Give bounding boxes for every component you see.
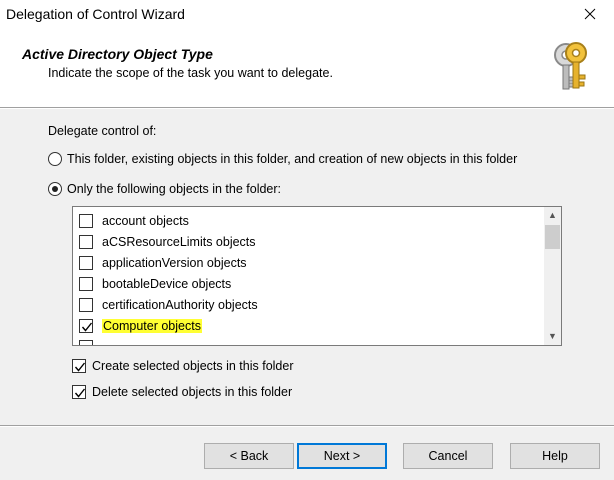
close-button[interactable] (580, 4, 600, 24)
checkmark-icon (74, 362, 86, 372)
list-item[interactable]: account objects (79, 212, 539, 232)
delete-objects-label[interactable]: Delete selected objects in this folder (92, 385, 292, 399)
scroll-thumb[interactable] (545, 225, 560, 249)
object-type-list[interactable]: account objects aCSResourceLimits object… (72, 206, 562, 346)
list-item-label: applicationVersion objects (102, 256, 247, 270)
list-item-computer[interactable]: Computer objects (79, 317, 539, 337)
window-title: Delegation of Control Wizard (6, 6, 185, 22)
delete-objects-checkbox[interactable] (72, 385, 86, 399)
page-title: Active Directory Object Type (22, 46, 213, 62)
list-item-partial[interactable] (79, 338, 539, 345)
radio-following-objects-label[interactable]: Only the following objects in the folder… (67, 182, 281, 196)
list-item-label-highlighted: Computer objects (102, 319, 202, 333)
list-item-label: bootableDevice objects (102, 277, 232, 291)
list-item-checkbox[interactable] (79, 235, 93, 249)
list-item-checkbox[interactable] (79, 256, 93, 270)
wizard-body: Delegate control of: This folder, existi… (0, 109, 614, 425)
close-icon (584, 8, 596, 20)
radio-following-objects[interactable] (48, 182, 62, 196)
create-objects-checkbox[interactable] (72, 359, 86, 373)
page-subtitle: Indicate the scope of the task you want … (48, 66, 333, 80)
wizard-header: Active Directory Object Type Indicate th… (0, 29, 614, 107)
back-button[interactable]: < Back (204, 443, 294, 469)
help-button[interactable]: Help (510, 443, 600, 469)
scroll-down-icon[interactable]: ▼ (544, 328, 561, 345)
list-item-checkbox-checked[interactable] (79, 319, 93, 333)
title-bar: Delegation of Control Wizard (0, 0, 614, 29)
keys-icon (554, 42, 587, 90)
list-item-checkbox[interactable] (79, 214, 93, 228)
create-objects-label[interactable]: Create selected objects in this folder (92, 359, 294, 373)
list-item[interactable]: certificationAuthority objects (79, 296, 539, 316)
list-item-label: account objects (102, 214, 189, 228)
list-item-checkbox[interactable] (79, 340, 93, 345)
list-scrollbar[interactable]: ▲ ▼ (544, 207, 561, 345)
radio-all-objects[interactable] (48, 152, 62, 166)
list-item-checkbox[interactable] (79, 277, 93, 291)
wizard-footer: < Back Next > Cancel Help (0, 427, 614, 480)
list-item-label: aCSResourceLimits objects (102, 235, 256, 249)
list-item-checkbox[interactable] (79, 298, 93, 312)
list-item[interactable]: aCSResourceLimits objects (79, 233, 539, 253)
next-button[interactable]: Next > (297, 443, 387, 469)
scroll-up-icon[interactable]: ▲ (544, 207, 561, 224)
cancel-button[interactable]: Cancel (403, 443, 493, 469)
list-item[interactable]: applicationVersion objects (79, 254, 539, 274)
delegate-label: Delegate control of: (48, 124, 157, 138)
list-item-label: certificationAuthority objects (102, 298, 258, 312)
checkmark-icon (81, 322, 93, 332)
radio-all-objects-label[interactable]: This folder, existing objects in this fo… (67, 152, 517, 166)
list-item[interactable]: bootableDevice objects (79, 275, 539, 295)
checkmark-icon (74, 388, 86, 398)
